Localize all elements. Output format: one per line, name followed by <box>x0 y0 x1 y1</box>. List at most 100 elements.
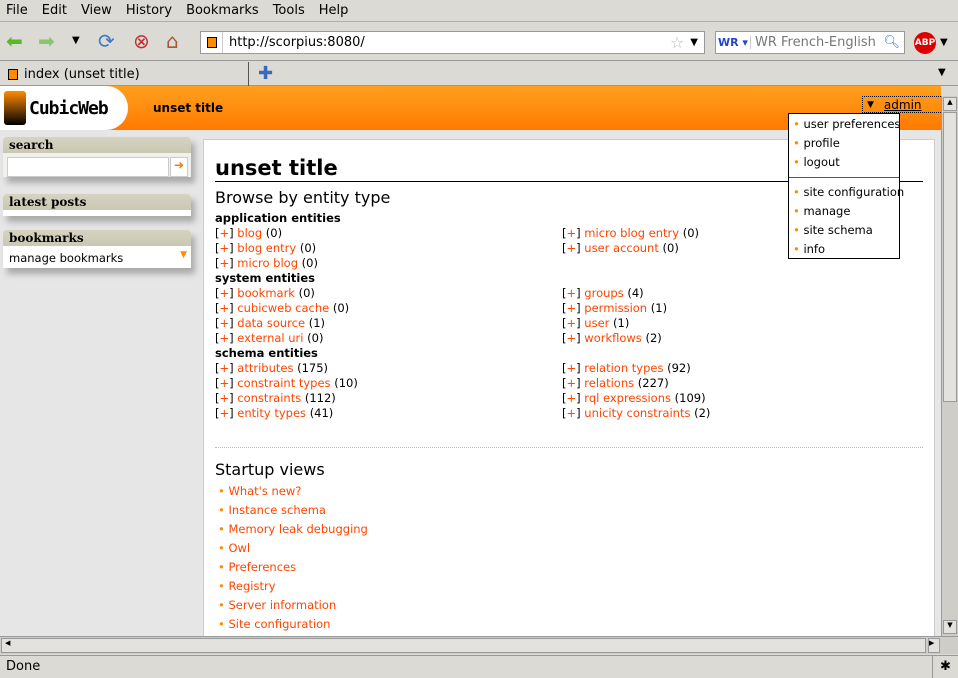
add-entity-link[interactable]: [+] <box>562 391 581 405</box>
search-engine-icon[interactable]: WR ▾ <box>716 36 751 49</box>
menu-edit[interactable]: Edit <box>42 3 67 18</box>
entity-type-link[interactable]: permission <box>584 301 647 315</box>
add-entity-link[interactable]: [+] <box>215 361 234 375</box>
add-entity-link[interactable]: [+] <box>562 286 581 300</box>
scroll-up-icon[interactable]: ▲ <box>943 97 957 111</box>
entity-type-link[interactable]: attributes <box>237 361 293 375</box>
home-icon[interactable]: ⌂ <box>166 31 179 51</box>
scroll-right-icon[interactable]: ▶ <box>928 638 940 653</box>
entity-type-link[interactable]: blog entry <box>237 241 296 255</box>
horizontal-scrollbar[interactable]: ◀ ▶ <box>0 636 958 654</box>
search-icon[interactable]: 🔍︎ <box>883 35 904 50</box>
add-entity-link[interactable]: [+] <box>562 226 581 240</box>
startup-view-link[interactable]: Owl <box>218 541 250 555</box>
menu-item-site-schema[interactable]: site schema <box>793 223 872 237</box>
manage-bookmarks-link[interactable]: manage bookmarks <box>9 251 123 265</box>
user-menu-toggle[interactable]: ▼ admin <box>862 96 941 113</box>
entity-type-link[interactable]: blog <box>237 226 262 240</box>
url-input[interactable]: http://scorpius:8080/ <box>223 35 670 50</box>
search-bar[interactable]: WR ▾ WR French-English 🔍︎ <box>715 31 905 54</box>
entity-type-link[interactable]: entity types <box>237 406 306 420</box>
add-entity-link[interactable]: [+] <box>215 226 234 240</box>
add-entity-link[interactable]: [+] <box>562 241 581 255</box>
entity-type-link[interactable]: relations <box>584 376 634 390</box>
menu-item-user-preferences[interactable]: user preferences <box>793 117 900 131</box>
entity-type-link[interactable]: groups <box>584 286 623 300</box>
bug-icon[interactable]: ✱ <box>932 656 958 678</box>
startup-view-link[interactable]: Memory leak debugging <box>218 522 367 536</box>
tab-list-icon[interactable]: ▼ <box>938 67 946 78</box>
url-dropdown-icon[interactable]: ▼ <box>684 37 704 48</box>
startup-view-link[interactable]: Preferences <box>218 560 296 574</box>
entity-type-link[interactable]: cubicweb cache <box>237 301 329 315</box>
startup-view-link[interactable]: Site configuration <box>218 617 330 631</box>
add-entity-link[interactable]: [+] <box>562 376 581 390</box>
back-icon[interactable]: ⬅ <box>6 31 23 51</box>
startup-view-link[interactable]: Instance schema <box>218 503 326 517</box>
menu-item-site-configuration[interactable]: site configuration <box>793 185 904 199</box>
entity-type-link[interactable]: micro blog <box>237 256 298 270</box>
add-entity-link[interactable]: [+] <box>215 286 234 300</box>
startup-view-link[interactable]: Server information <box>218 598 336 612</box>
add-entity-link[interactable]: [+] <box>215 331 234 345</box>
menu-view[interactable]: View <box>81 3 112 18</box>
entity-type-link[interactable]: user <box>584 316 609 330</box>
menu-history[interactable]: History <box>126 3 172 18</box>
scroll-left-icon[interactable]: ◀ <box>1 638 926 653</box>
add-entity-link[interactable]: [+] <box>562 406 581 420</box>
entity-type-link[interactable]: bookmark <box>237 286 295 300</box>
chevron-down-icon[interactable]: ▼ <box>867 100 874 110</box>
startup-view-link[interactable]: Registry <box>218 579 275 593</box>
menu-item-profile[interactable]: profile <box>793 136 839 150</box>
url-bar[interactable]: http://scorpius:8080/ ☆ ▼ <box>200 31 705 54</box>
startup-view-link[interactable]: What's new? <box>218 484 301 498</box>
menu-item-manage[interactable]: manage <box>793 204 850 218</box>
bookmark-star-icon[interactable]: ☆ <box>670 33 684 52</box>
menu-tools[interactable]: Tools <box>273 3 305 18</box>
scroll-down-icon[interactable]: ▼ <box>943 620 957 634</box>
entity-row: [+] unicity constraints (2) <box>562 406 710 420</box>
vertical-scrollbar[interactable]: ▲ ▼ <box>941 96 958 636</box>
add-entity-link[interactable]: [+] <box>562 331 581 345</box>
add-entity-link[interactable]: [+] <box>562 361 581 375</box>
history-dropdown-icon[interactable]: ▼ <box>72 31 80 51</box>
add-entity-link[interactable]: [+] <box>215 316 234 330</box>
entity-type-link[interactable]: relation types <box>584 361 663 375</box>
entity-type-link[interactable]: user account <box>584 241 659 255</box>
site-search-input[interactable] <box>7 157 169 177</box>
stop-icon[interactable]: ⊗ <box>133 31 150 51</box>
entity-type-link[interactable]: constraint types <box>237 376 330 390</box>
add-entity-link[interactable]: [+] <box>215 241 234 255</box>
menu-item-logout[interactable]: logout <box>793 155 839 169</box>
add-entity-link[interactable]: [+] <box>215 301 234 315</box>
search-input[interactable]: WR French-English <box>751 35 883 50</box>
menu-help[interactable]: Help <box>319 3 349 18</box>
add-entity-link[interactable]: [+] <box>215 391 234 405</box>
entity-type-link[interactable]: rql expressions <box>584 391 671 405</box>
add-entity-link[interactable]: [+] <box>562 301 581 315</box>
forward-icon[interactable]: ➡ <box>38 31 55 51</box>
scroll-thumb[interactable] <box>943 112 957 402</box>
tab-index[interactable]: index (unset title) <box>0 62 249 86</box>
adblock-dropdown-icon[interactable]: ▼ <box>940 37 948 48</box>
entity-type-link[interactable]: constraints <box>237 391 301 405</box>
menu-bookmarks[interactable]: Bookmarks <box>186 3 259 18</box>
entity-type-link[interactable]: workflows <box>584 331 642 345</box>
user-name-link[interactable]: admin <box>884 98 922 112</box>
new-tab-icon[interactable]: ✚ <box>258 63 273 84</box>
add-entity-link[interactable]: [+] <box>215 256 234 270</box>
chevron-down-icon[interactable]: ▼ <box>180 250 187 260</box>
menu-file[interactable]: File <box>6 3 28 18</box>
entity-type-link[interactable]: external uri <box>237 331 303 345</box>
add-entity-link[interactable]: [+] <box>215 406 234 420</box>
cubicweb-logo[interactable]: CubicWeb <box>0 86 128 130</box>
entity-type-link[interactable]: micro blog entry <box>584 226 679 240</box>
add-entity-link[interactable]: [+] <box>562 316 581 330</box>
reload-icon[interactable]: ⟳ <box>98 31 115 51</box>
adblock-icon[interactable]: ABP <box>914 32 936 54</box>
menu-item-info[interactable]: info <box>793 242 825 256</box>
entity-type-link[interactable]: unicity constraints <box>584 406 690 420</box>
search-submit-icon[interactable]: ➜ <box>170 157 188 177</box>
add-entity-link[interactable]: [+] <box>215 376 234 390</box>
entity-type-link[interactable]: data source <box>237 316 305 330</box>
